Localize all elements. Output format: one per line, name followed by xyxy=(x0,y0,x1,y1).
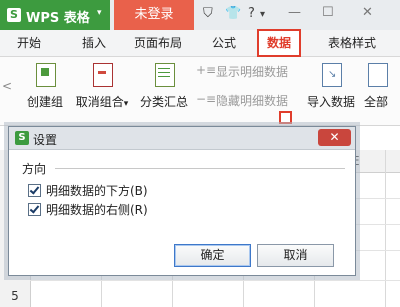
cancel-group-label: 取消组合 xyxy=(75,95,124,109)
grid-line xyxy=(385,150,386,307)
tab-page-layout[interactable]: 页面布局 xyxy=(134,30,182,56)
import-data-icon: ↘ xyxy=(320,63,342,87)
title-bar: S WPS 表格 ▾ 未登录 ⛉ 👕 ? ▾ — ☐ ✕ xyxy=(0,0,400,30)
app-menu-button[interactable]: S WPS 表格 ▾ xyxy=(0,0,110,30)
login-button[interactable]: 未登录 xyxy=(114,0,194,30)
subtotal-label: 分类汇总 xyxy=(139,95,188,109)
below-detail-checkbox[interactable]: 明细数据的下方(B) xyxy=(28,182,148,199)
create-group-button[interactable]: 创建组 xyxy=(27,63,63,110)
outline-settings-launcher[interactable] xyxy=(279,111,292,124)
below-detail-label: 明细数据的下方(B) xyxy=(46,184,148,198)
skin-icon[interactable]: ⛉ xyxy=(203,6,213,21)
tab-formulas[interactable]: 公式 xyxy=(212,30,236,56)
ungroup-icon xyxy=(91,63,113,87)
dialog-title-bar[interactable]: S 设置 ✕ xyxy=(9,127,355,150)
shirt-icon[interactable]: 👕 xyxy=(225,6,241,21)
tab-insert[interactable]: 插入 xyxy=(82,30,106,56)
create-group-label: 创建组 xyxy=(27,95,64,109)
app-name: WPS 表格 xyxy=(26,11,90,26)
wps-logo-icon: S xyxy=(7,8,21,22)
subtotal-button[interactable]: 分类汇总 xyxy=(139,63,189,110)
show-detail-button[interactable]: 显示明细数据 xyxy=(216,63,288,80)
tab-data[interactable]: 数据 xyxy=(257,29,302,57)
direction-group-label: 方向 xyxy=(22,162,47,176)
maximize-button[interactable]: ☐ xyxy=(322,5,334,20)
checkbox-checked-icon xyxy=(28,184,41,197)
chevron-down-icon[interactable]: ▾ xyxy=(260,9,265,20)
cancel-button[interactable]: 取消 xyxy=(257,244,334,267)
grid-line xyxy=(30,280,400,281)
hide-detail-button[interactable]: 隐藏明细数据 xyxy=(216,92,288,109)
create-group-icon xyxy=(34,63,56,87)
right-detail-checkbox[interactable]: 明细数据的右侧(R) xyxy=(28,201,148,218)
ribbon-panel: < 创建组 取消组合▾ 分类汇总 +≡ 显示明细数据 −≡ 隐藏明细数据 ↘ 导… xyxy=(0,57,400,126)
dialog-title: 设置 xyxy=(33,133,58,147)
all-icon xyxy=(366,63,388,87)
help-icon[interactable]: ? xyxy=(248,6,255,21)
chevron-down-icon: ▾ xyxy=(97,8,102,18)
cancel-group-button[interactable]: 取消组合▾ xyxy=(72,63,132,110)
dialog-close-button[interactable]: ✕ xyxy=(318,129,351,146)
tab-table-style[interactable]: 表格样式 xyxy=(328,30,376,56)
wps-logo-icon: S xyxy=(15,131,29,145)
tab-home[interactable]: 开始 xyxy=(17,30,41,56)
all-label: 全部 xyxy=(364,95,389,109)
ribbon-tabs: 开始 插入 页面布局 公式 数据 表格样式 xyxy=(0,29,400,57)
close-window-button[interactable]: ✕ xyxy=(362,5,373,20)
ribbon-scroll-left[interactable]: < xyxy=(2,79,12,93)
ok-button[interactable]: 确定 xyxy=(174,244,251,267)
import-data-button[interactable]: ↘ 导入数据 xyxy=(305,63,357,110)
all-button[interactable]: 全部 xyxy=(364,63,400,110)
settings-dialog: S 设置 ✕ 方向 明细数据的下方(B) 明细数据的右侧(R) 确定 取消 xyxy=(8,126,356,276)
right-detail-label: 明细数据的右侧(R) xyxy=(46,203,148,217)
show-detail-icon: +≡ xyxy=(196,63,217,77)
hide-detail-icon: −≡ xyxy=(196,92,217,106)
checkbox-checked-icon xyxy=(28,203,41,216)
minimize-button[interactable]: — xyxy=(288,5,301,20)
chevron-down-icon: ▾ xyxy=(123,99,129,109)
group-divider xyxy=(55,168,345,169)
subtotal-icon xyxy=(153,63,175,87)
import-data-label: 导入数据 xyxy=(306,95,355,109)
row-5-header[interactable]: 5 xyxy=(0,289,30,303)
